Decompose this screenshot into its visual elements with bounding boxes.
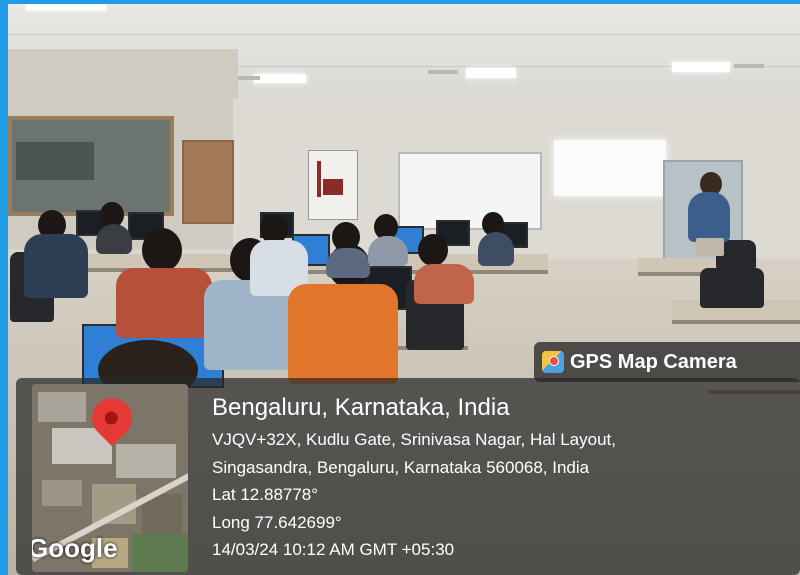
location-info-panel: Google Bengaluru, Karnataka, India VJQV+… <box>16 378 800 575</box>
projector-screen <box>554 140 666 196</box>
badge-label: GPS Map Camera <box>570 350 737 373</box>
photo-frame: GPS Map Camera Google Bengaluru, Karnata… <box>8 4 800 575</box>
city-title: Bengaluru, Karnataka, India <box>212 394 510 421</box>
ceiling-light <box>26 4 106 10</box>
latitude: Lat 12.88778° <box>212 485 319 504</box>
wall-poster <box>308 150 358 220</box>
address-line-2: Singasandra, Bengaluru, Karnataka 560068… <box>212 458 590 477</box>
whiteboard <box>398 152 542 230</box>
ceiling-light <box>466 68 516 78</box>
glass-window <box>8 116 174 216</box>
office-chair <box>700 268 764 308</box>
map-thumbnail: Google <box>32 384 188 572</box>
address-line-1: VJQV+32X, Kudlu Gate, Srinivasa Nagar, H… <box>212 430 616 449</box>
ceiling-light <box>672 62 730 72</box>
door <box>182 140 234 224</box>
gps-map-camera-icon <box>542 351 564 373</box>
timestamp: 14/03/24 10:12 AM GMT +05:30 <box>212 540 455 559</box>
gps-map-camera-badge: GPS Map Camera <box>534 342 800 382</box>
longitude: Long 77.642699° <box>212 513 342 532</box>
ceiling-light <box>254 74 306 83</box>
google-logo: Google <box>32 533 118 563</box>
